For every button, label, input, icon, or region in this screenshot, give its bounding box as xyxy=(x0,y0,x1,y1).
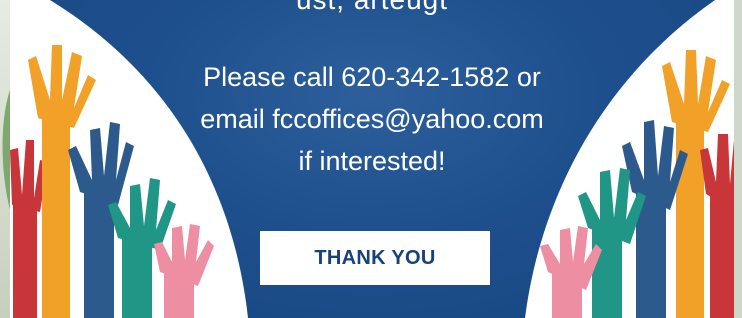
leaf-icon xyxy=(2,90,10,210)
message-line-3: if interested! xyxy=(298,146,446,176)
message-line-1: Please call 620-342-1582 or xyxy=(203,62,541,92)
volunteer-banner-card: ust, arteugt Please call 620-342-1582 or… xyxy=(10,0,734,318)
message-line-2: email fccoffices@yahoo.com xyxy=(200,104,544,134)
right-border-strip xyxy=(734,0,742,318)
thank-you-button[interactable]: THANK YOU xyxy=(260,231,490,285)
cut-off-top-text: ust, arteugt xyxy=(10,0,734,16)
contact-message: Please call 620-342-1582 or email fccoff… xyxy=(10,56,734,182)
left-border-strip xyxy=(0,0,10,318)
